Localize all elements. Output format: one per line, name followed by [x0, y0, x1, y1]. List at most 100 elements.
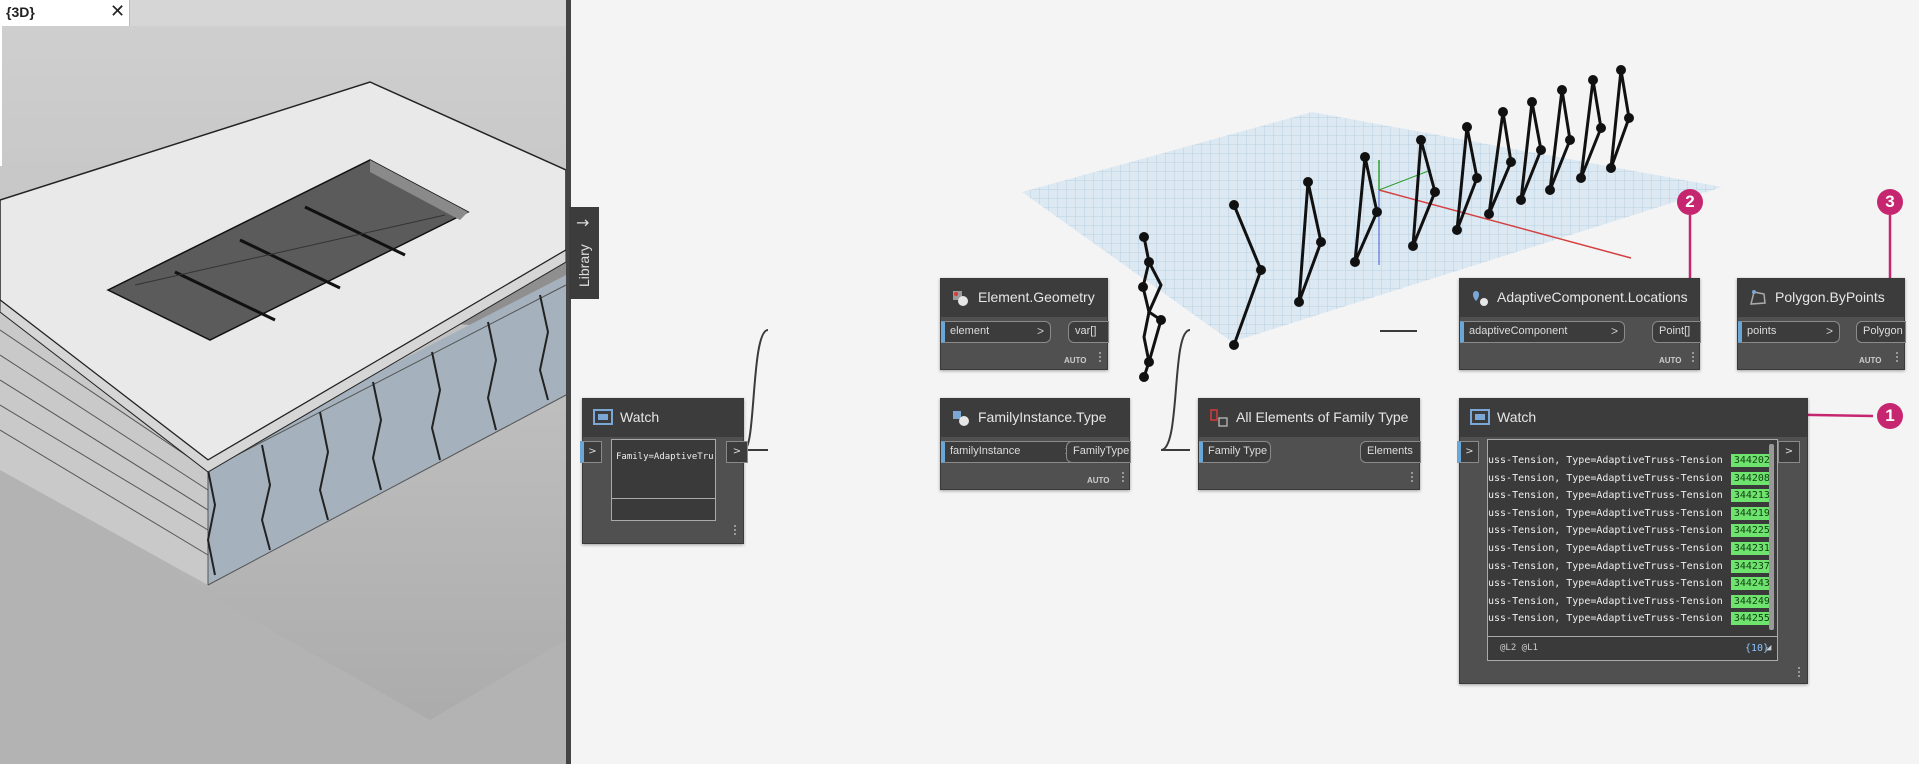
- close-icon[interactable]: ✕: [110, 1, 125, 22]
- watch-node-small[interactable]: Watch > > Family=AdaptiveTruss-Tension, …: [580, 398, 748, 544]
- node-options-icon[interactable]: [734, 525, 737, 537]
- element-id-badge[interactable]: 344219: [1730, 506, 1773, 520]
- element-id-badge[interactable]: 344237: [1730, 559, 1773, 573]
- callout-2: 2: [1677, 189, 1703, 215]
- list-item-text: uss-Tension, Type=AdaptiveTruss-Tension: [1488, 578, 1723, 590]
- element-id-badge[interactable]: 344213: [1730, 489, 1773, 503]
- familyinstance-input-port[interactable]: familyInstance>: [941, 441, 1079, 463]
- list-item-text: uss-Tension, Type=AdaptiveTruss-Tension: [1488, 455, 1723, 466]
- node-title: AdaptiveComponent.Locations: [1497, 289, 1688, 305]
- element-id-badge[interactable]: 344208: [1730, 471, 1773, 485]
- adaptivecomponent-locations-node[interactable]: AdaptiveComponent.Locations adaptiveComp…: [1459, 278, 1701, 370]
- element-input-port[interactable]: element >: [941, 321, 1051, 343]
- list-item: uss-Tension, Type=AdaptiveTruss-Tension 3…: [1488, 488, 1773, 503]
- node-options-icon[interactable]: [1411, 472, 1414, 484]
- node-title: Watch: [1497, 409, 1537, 425]
- watch-output-port[interactable]: >: [1778, 441, 1800, 463]
- node-title: FamilyInstance.Type: [978, 409, 1107, 425]
- list-item: uss-Tension, Type=AdaptiveTruss-Tension 3…: [1488, 611, 1773, 626]
- watch-icon: [593, 409, 613, 425]
- node-options-icon[interactable]: [1122, 472, 1125, 484]
- port-label: familyInstance: [950, 445, 1021, 457]
- list-item: uss-Tension, Type=AdaptiveTruss-Tension 3…: [1488, 594, 1773, 609]
- watch-scrollbar[interactable]: [1769, 444, 1774, 630]
- list-item-text: uss-Tension, Type=AdaptiveTruss-Tension: [1488, 595, 1723, 607]
- port-label: adaptiveComponent: [1469, 325, 1568, 337]
- node-title: Polygon.ByPoints: [1775, 289, 1885, 305]
- points-output-port[interactable]: Point[]: [1652, 321, 1701, 343]
- element-id-badge[interactable]: 344225: [1730, 524, 1773, 538]
- list-item: uss-Tension, Type=AdaptiveTruss-Tension 3…: [1488, 559, 1773, 574]
- element-id-badge[interactable]: 344202: [1730, 454, 1773, 467]
- lacing-label[interactable]: AUTO: [1064, 356, 1087, 365]
- element-id-badge[interactable]: 344231: [1730, 542, 1773, 555]
- list-item-text: uss-Tension, Type=AdaptiveTruss-Tension: [1488, 560, 1723, 572]
- library-label: Library: [576, 244, 592, 287]
- list-item: uss-Tension, Type=AdaptiveTruss-Tension 3…: [1488, 576, 1773, 591]
- watch-levels: @L2 @L1: [1500, 643, 1538, 653]
- all-elements-icon: [1210, 409, 1228, 427]
- points-input-port[interactable]: points >: [1738, 321, 1840, 343]
- watch-node-list[interactable]: Watch > > uss-Tension, Type=AdaptiveTrus…: [1457, 398, 1808, 684]
- element-id-badge[interactable]: 344249: [1730, 594, 1773, 608]
- elements-output-port[interactable]: Elements: [1360, 441, 1421, 463]
- family-instance-icon: [953, 411, 969, 426]
- node-options-icon[interactable]: [1692, 352, 1695, 364]
- list-item: uss-Tension, Type=AdaptiveTruss-Tension 3…: [1488, 523, 1773, 538]
- arrow-right-icon: →: [576, 213, 590, 232]
- watch-value-box: Family=AdaptiveTruss-Tension, Type=Adapt: [611, 439, 716, 521]
- dynamo-canvas[interactable]: 1 2 3 Watch > > Family=AdaptiveTruss-Ten…: [571, 0, 1919, 764]
- list-item-text: uss-Tension, Type=AdaptiveTruss-Tension: [1488, 490, 1723, 502]
- geometry-output-port[interactable]: var[]: [1068, 321, 1109, 343]
- element-id-badge[interactable]: 344255: [1730, 612, 1773, 626]
- port-label: element: [950, 325, 990, 337]
- list-item: uss-Tension, Type=AdaptiveTruss-Tension 3…: [1488, 541, 1773, 556]
- element-geometry-node[interactable]: Element.Geometry element > var[] AUTO: [940, 278, 1109, 370]
- watch-list-box[interactable]: uss-Tension, Type=AdaptiveTruss-Tension 3…: [1487, 439, 1778, 661]
- port-label: points: [1747, 325, 1777, 337]
- polygon-output-port[interactable]: Polygon: [1856, 321, 1906, 343]
- list-item-text: uss-Tension, Type=AdaptiveTruss-Tension: [1488, 543, 1723, 554]
- watch-output-port[interactable]: >: [726, 441, 748, 463]
- node-title: Element.Geometry: [978, 289, 1095, 305]
- node-title: Watch: [620, 409, 660, 425]
- port-label: Family Type: [1208, 445, 1268, 457]
- tab-3d-view[interactable]: {3D} ✕: [0, 0, 130, 26]
- library-tab[interactable]: → Library: [569, 207, 599, 299]
- list-item-text: uss-Tension, Type=AdaptiveTruss-Tension: [1488, 507, 1723, 519]
- revit-tab-strip: [130, 0, 566, 26]
- watch-input-port[interactable]: >: [1457, 441, 1479, 463]
- element-id-badge[interactable]: 344243: [1730, 577, 1773, 591]
- list-item: uss-Tension, Type=AdaptiveTruss-Tension 3…: [1488, 471, 1773, 486]
- list-item: uss-Tension, Type=AdaptiveTruss-Tension 3…: [1488, 453, 1773, 468]
- list-item-text: uss-Tension, Type=AdaptiveTruss-Tension: [1488, 613, 1723, 625]
- callout-1: 1: [1877, 403, 1903, 429]
- adaptivecomponent-input-port[interactable]: adaptiveComponent >: [1460, 321, 1625, 343]
- all-elements-of-family-type-node[interactable]: All Elements of Family Type Family Type …: [1198, 398, 1421, 490]
- watch-value: Family=AdaptiveTruss-Tension, Type=Adapt: [616, 452, 714, 462]
- building-3d-model: [0, 26, 566, 764]
- geometry-icon: [953, 291, 968, 306]
- watch-icon: [1470, 409, 1490, 425]
- revit-3d-view[interactable]: {3D} ✕: [0, 0, 566, 764]
- familytype-input-port[interactable]: Family Type: [1199, 441, 1271, 463]
- adaptive-component-icon: [1473, 291, 1488, 306]
- node-options-icon[interactable]: [1798, 667, 1801, 679]
- familytype-output-port[interactable]: FamilyType: [1066, 441, 1131, 463]
- polygon-bypoints-node[interactable]: Polygon.ByPoints points > Polygon AUTO: [1737, 278, 1906, 370]
- list-item: uss-Tension, Type=AdaptiveTruss-Tension 3…: [1488, 506, 1773, 521]
- familyinstance-type-node[interactable]: FamilyInstance.Type familyInstance> Fami…: [940, 398, 1131, 490]
- node-options-icon[interactable]: [1896, 352, 1899, 364]
- resize-grip-icon[interactable]: ◢: [1766, 641, 1771, 656]
- node-title: All Elements of Family Type: [1236, 409, 1409, 425]
- lacing-label[interactable]: AUTO: [1659, 356, 1682, 365]
- node-options-icon[interactable]: [1099, 352, 1102, 364]
- polygon-icon: [1750, 290, 1766, 305]
- lacing-label[interactable]: AUTO: [1087, 476, 1110, 485]
- tab-3d-label: {3D}: [6, 4, 35, 20]
- list-item-text: uss-Tension, Type=AdaptiveTruss-Tension: [1488, 472, 1723, 484]
- list-item-text: uss-Tension, Type=AdaptiveTruss-Tension: [1488, 525, 1723, 537]
- callout-3: 3: [1877, 189, 1903, 215]
- watch-input-port[interactable]: >: [580, 441, 602, 463]
- lacing-label[interactable]: AUTO: [1859, 356, 1882, 365]
